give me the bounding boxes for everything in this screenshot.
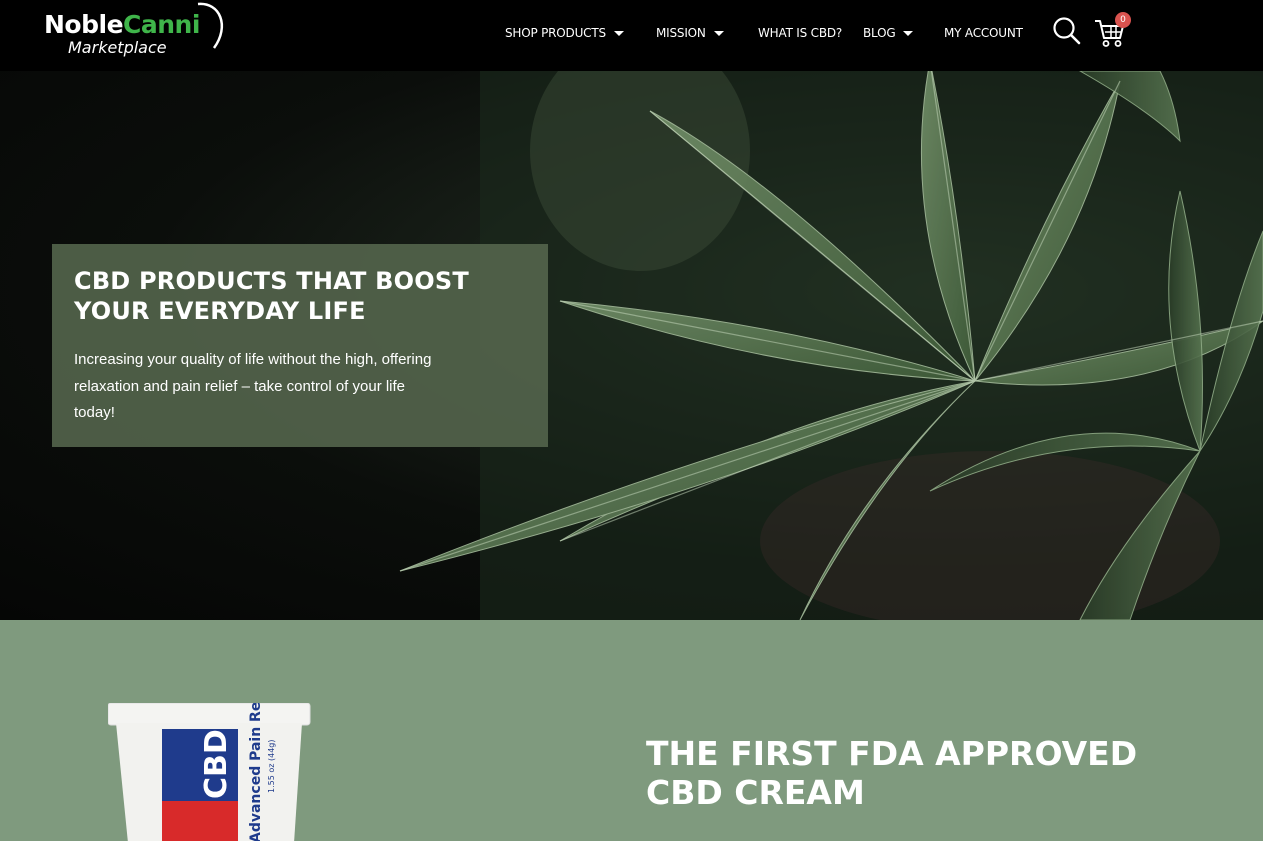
cart-count-badge: 0 <box>1115 12 1131 28</box>
nav-label: WHAT IS CBD? <box>758 26 843 40</box>
nav-label: MISSION <box>656 26 706 40</box>
tube-size-text: 1.55 oz (44g) <box>267 740 276 794</box>
site-header: NobleCanni Marketplace SHOP PRODUCTS MIS… <box>0 0 1263 71</box>
chevron-down-icon <box>713 30 724 36</box>
chevron-down-icon <box>613 30 624 36</box>
nav-label: BLOG <box>863 26 896 40</box>
tube-desc-text: Advanced Pain Relief <box>248 703 264 841</box>
logo-wordmark: NobleCanni <box>44 10 200 39</box>
featured-product-section: CBD Advanced Pain Relief 1.55 oz (44g) T… <box>0 620 1263 841</box>
nav-label: MY ACCOUNT <box>944 26 1023 40</box>
nav-mission[interactable]: MISSION <box>656 22 724 44</box>
nav-blog[interactable]: BLOG <box>863 22 914 44</box>
nav-my-account[interactable]: MY ACCOUNT <box>944 22 1023 44</box>
hero-title: CBD PRODUCTS THAT BOOST YOUR EVERYDAY LI… <box>74 267 469 325</box>
nav-shop-products[interactable]: SHOP PRODUCTS <box>505 22 624 44</box>
hero-description: Increasing your quality of life without … <box>74 351 432 421</box>
chevron-down-icon <box>903 30 914 36</box>
cbd-cream-tube-image[interactable]: CBD Advanced Pain Relief 1.55 oz (44g) <box>108 703 318 841</box>
nav-label: SHOP PRODUCTS <box>505 26 606 40</box>
featured-title: THE FIRST FDA APPROVED CBD CREAM <box>646 734 1138 812</box>
hero-text-box: CBD PRODUCTS THAT BOOST YOUR EVERYDAY LI… <box>52 244 548 447</box>
tube-brand-text: CBD <box>199 729 234 799</box>
logo-marketplace: Marketplace <box>68 38 167 57</box>
site-logo[interactable]: NobleCanni Marketplace <box>44 2 234 62</box>
hero-banner: CBD PRODUCTS THAT BOOST YOUR EVERYDAY LI… <box>0 71 1263 620</box>
search-icon[interactable] <box>1052 16 1082 46</box>
logo-swoosh-icon <box>197 2 224 49</box>
nav-what-is-cbd[interactable]: WHAT IS CBD? <box>758 22 842 44</box>
